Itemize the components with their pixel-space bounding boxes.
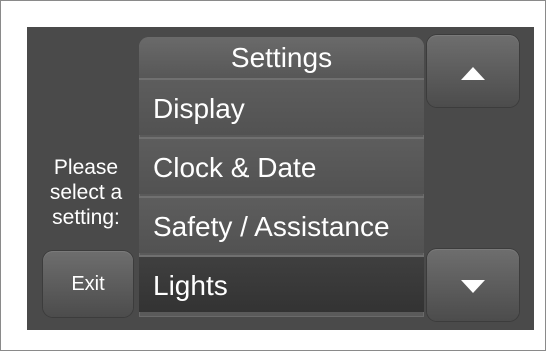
settings-menu: Settings Display Clock & Date Safety / A… <box>139 37 424 317</box>
menu-item-display[interactable]: Display <box>139 78 424 135</box>
menu-title: Settings <box>139 37 424 78</box>
triangle-down-icon <box>461 280 485 293</box>
menu-item-clock-date[interactable]: Clock & Date <box>139 137 424 194</box>
display-frame: Settings Display Clock & Date Safety / A… <box>0 0 546 351</box>
exit-button[interactable]: Exit <box>43 251 133 317</box>
menu-item-safety-assistance[interactable]: Safety / Assistance <box>139 196 424 253</box>
select-setting-prompt: Please select a setting: <box>39 155 133 230</box>
prompt-line-3: setting: <box>52 206 120 229</box>
prompt-line-2: select a <box>49 181 123 204</box>
scroll-down-button[interactable] <box>427 249 519 321</box>
prompt-line-1: Please <box>53 156 119 179</box>
menu-item-lights[interactable]: Lights <box>139 255 424 312</box>
triangle-up-icon <box>461 67 485 80</box>
touch-screen: Settings Display Clock & Date Safety / A… <box>27 27 534 330</box>
scroll-up-button[interactable] <box>427 35 519 107</box>
